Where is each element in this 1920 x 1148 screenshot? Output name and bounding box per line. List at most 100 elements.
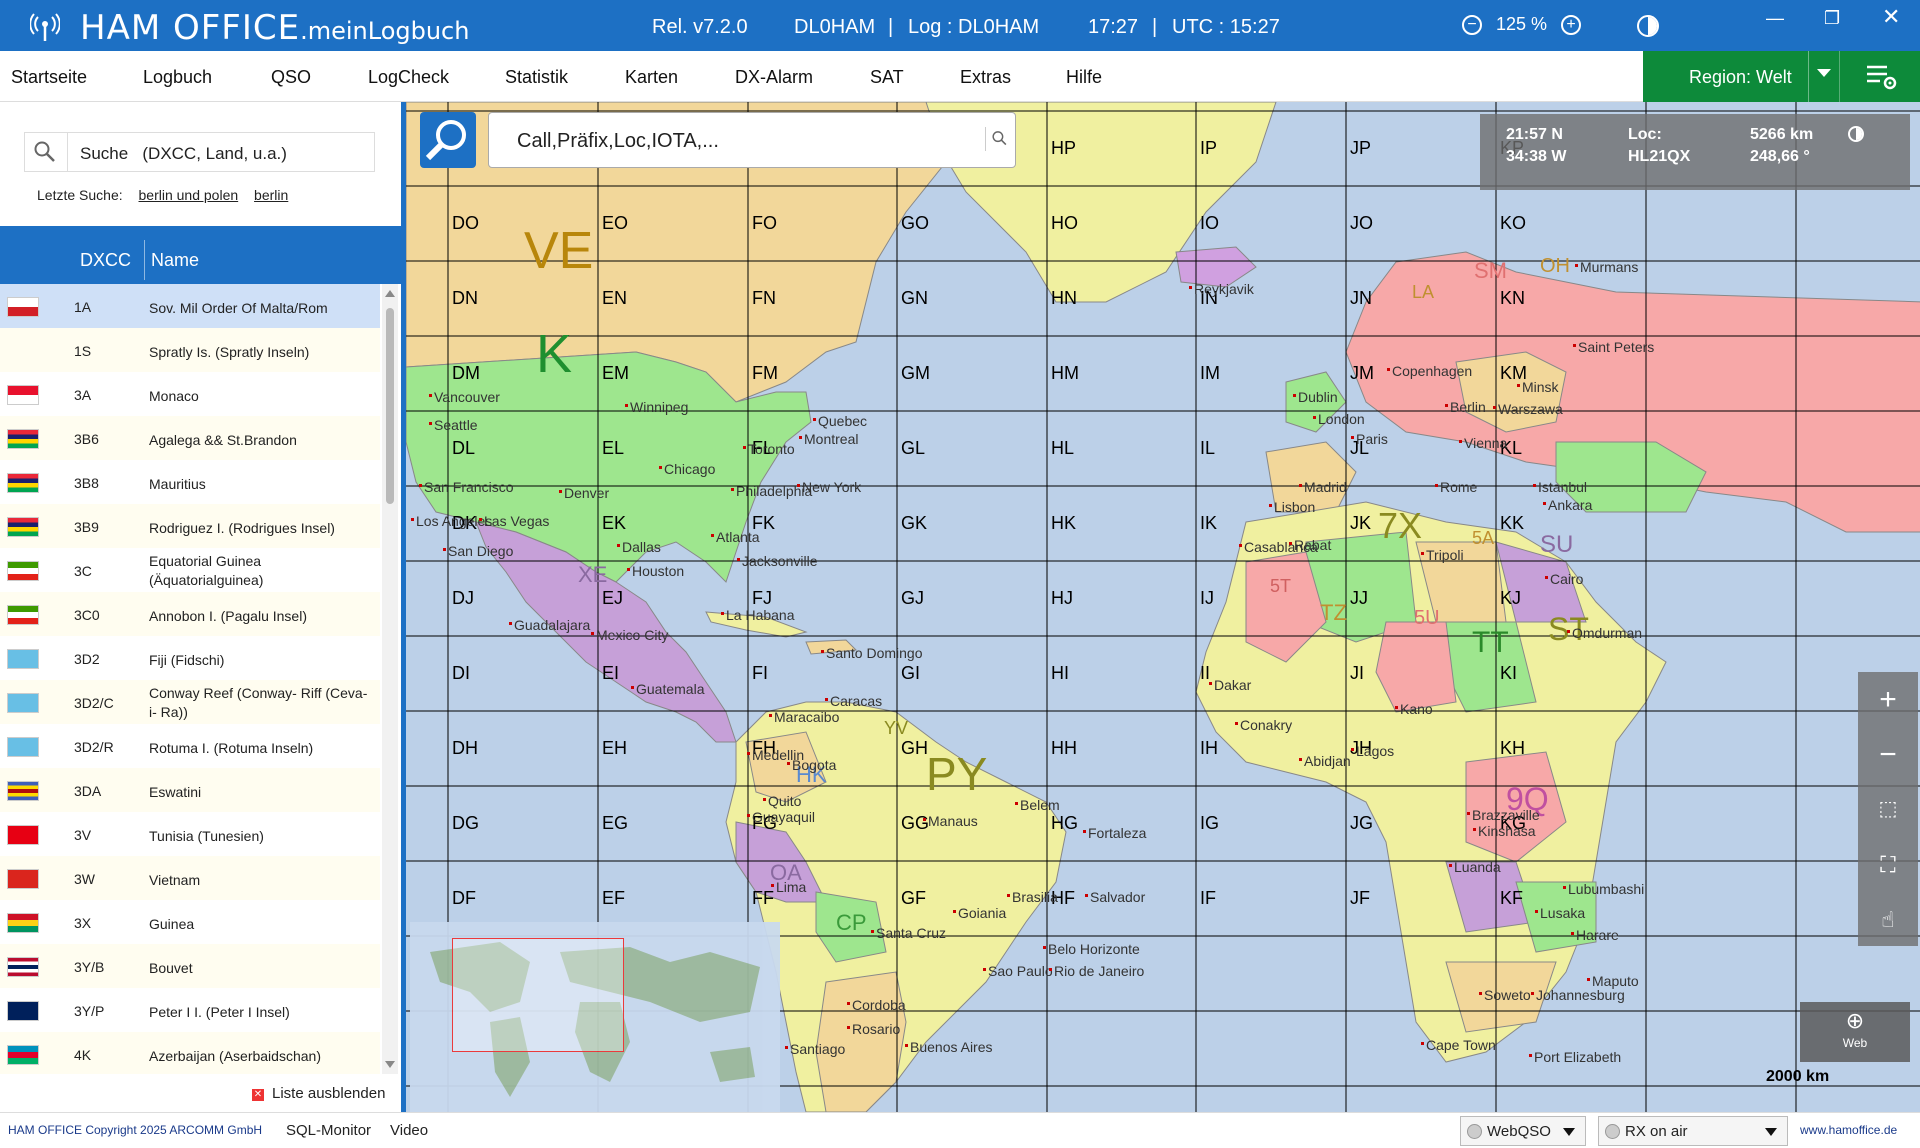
fullscreen-icon[interactable]: ⛶ <box>1858 837 1918 892</box>
map-search-input[interactable]: Call,Präfix,Loc,IOTA,... <box>488 112 1016 168</box>
daynight-icon[interactable] <box>1848 126 1864 142</box>
web-map-button[interactable]: ⊕ Web <box>1800 1002 1910 1062</box>
flag-icon <box>7 297 39 317</box>
menu-item-karten[interactable]: Karten <box>625 67 678 88</box>
city-marker <box>1587 978 1590 981</box>
grid-square-label: GN <box>901 288 928 308</box>
dxcc-code: 3B6 <box>74 431 99 447</box>
city-label: Quebec <box>818 413 867 429</box>
city-label: Chicago <box>664 461 716 477</box>
zoom-out-icon[interactable]: − <box>1462 14 1482 35</box>
city-marker <box>591 632 594 635</box>
table-row[interactable]: 1S Spratly Is. (Spratly Inseln) <box>0 328 380 372</box>
zoom-in-icon[interactable]: + <box>1858 672 1918 727</box>
sql-monitor-link[interactable]: SQL-Monitor <box>286 1122 371 1139</box>
menu-item-logbuch[interactable]: Logbuch <box>143 67 212 88</box>
website-link[interactable]: www.hamoffice.de <box>1800 1123 1897 1137</box>
search-icon[interactable] <box>985 127 1009 151</box>
theme-toggle-icon[interactable] <box>1637 15 1659 37</box>
menu-item-extras[interactable]: Extras <box>960 67 1011 88</box>
city-label: Johannesburg <box>1536 987 1625 1003</box>
region-select[interactable]: Region: Welt <box>1643 51 1839 102</box>
scroll-thumb[interactable] <box>386 308 394 504</box>
flag-icon <box>7 781 39 801</box>
rx-select[interactable]: RX on air <box>1598 1116 1788 1146</box>
city-label: Santiago <box>790 1041 845 1057</box>
city-marker <box>1269 504 1272 507</box>
list-scrollbar[interactable] <box>382 284 398 1074</box>
hide-list-button[interactable]: ✕ Liste ausblenden <box>252 1085 385 1102</box>
city-label: Caracas <box>830 693 882 709</box>
scroll-down-icon[interactable] <box>385 1061 395 1068</box>
menu-item-startseite[interactable]: Startseite <box>11 67 87 88</box>
column-header-name[interactable]: Name <box>151 250 199 271</box>
map-settings-button[interactable] <box>1839 51 1920 102</box>
table-row[interactable]: 3B6 Agalega && St.Brandon <box>0 416 380 460</box>
table-row[interactable]: 3B9 Rodriguez I. (Rodrigues Insel) <box>0 504 380 548</box>
grid-square-label: IP <box>1200 138 1217 158</box>
table-row[interactable]: 3B8 Mauritius <box>0 460 380 504</box>
table-row[interactable]: 3D2/R Rotuma I. (Rotuma Inseln) <box>0 724 380 768</box>
scroll-up-icon[interactable] <box>385 290 395 297</box>
table-row[interactable]: 3D2/C Conway Reef (Conway- Riff (Ceva- i-… <box>0 680 380 724</box>
dxcc-code: 3X <box>74 915 92 931</box>
table-row[interactable]: 3V Tunisia (Tunesien) <box>0 812 380 856</box>
table-row[interactable]: 3DA Eswatini <box>0 768 380 812</box>
column-header-dxcc[interactable]: DXCC <box>80 250 131 271</box>
flag-icon <box>7 561 39 581</box>
city-label: Salvador <box>1090 889 1146 905</box>
zoom-in-icon[interactable]: + <box>1561 14 1582 35</box>
menu-item-dx-alarm[interactable]: DX-Alarm <box>735 67 813 88</box>
flag-icon <box>7 825 39 845</box>
webqso-select[interactable]: WebQSO <box>1460 1116 1586 1146</box>
city-marker <box>825 698 828 701</box>
map-search-button[interactable] <box>420 112 476 168</box>
menu-item-qso[interactable]: QSO <box>271 67 311 88</box>
city-marker <box>1435 484 1438 487</box>
close-icon[interactable]: ✕ <box>1882 4 1900 30</box>
copyright: HAM OFFICE Copyright 2025 ARCOMM GmbH <box>8 1123 263 1137</box>
table-row[interactable]: 3A Monaco <box>0 372 380 416</box>
select-area-icon[interactable]: ⬚ <box>1858 782 1918 837</box>
table-row[interactable]: 3W Vietnam <box>0 856 380 900</box>
flag-icon <box>7 957 39 977</box>
city-label: Fortaleza <box>1088 825 1147 841</box>
grid-square-label: FF <box>752 888 774 908</box>
recent-link[interactable]: berlin und polen <box>139 187 239 203</box>
restore-icon[interactable]: ❐ <box>1824 8 1840 29</box>
city-marker <box>1421 1042 1424 1045</box>
recent-link[interactable]: berlin <box>254 187 288 203</box>
table-row[interactable]: 3C0 Annobon I. (Pagalu Insel) <box>0 592 380 636</box>
table-row[interactable]: 3X Guinea <box>0 900 380 944</box>
table-row[interactable]: 3C Equatorial Guinea (Äquatorialguinea) <box>0 548 380 592</box>
grid-square-label: EK <box>602 513 626 533</box>
distance: 5266 km <box>1750 126 1814 143</box>
city-label: Goiania <box>958 905 1006 921</box>
grid-square-label: DJ <box>452 588 474 608</box>
country-name: Sov. Mil Order Of Malta/Rom <box>149 300 328 316</box>
city-marker <box>1043 946 1046 949</box>
table-row[interactable]: 3Y/B Bouvet <box>0 944 380 988</box>
dxcc-search-input[interactable]: Suche (DXCC, Land, u.a.) <box>24 132 375 172</box>
country-prefix-label: SU <box>1540 531 1573 558</box>
table-row[interactable]: 4K Azerbaijan (Aserbaidschan) <box>0 1032 380 1074</box>
app-window: HAM OFFICE.meinLogbuch Rel. v7.2.0 DL0HA… <box>0 0 1920 1148</box>
menu-item-hilfe[interactable]: Hilfe <box>1066 67 1102 88</box>
overview-minimap[interactable] <box>410 922 780 1112</box>
city-label: La Habana <box>726 607 795 623</box>
video-link[interactable]: Video <box>390 1122 428 1139</box>
minimize-icon[interactable]: — <box>1766 8 1784 29</box>
grid-square-label: GK <box>901 513 927 533</box>
table-row[interactable]: 3Y/P Peter I I. (Peter I Insel) <box>0 988 380 1032</box>
table-row[interactable]: 1A Sov. Mil Order Of Malta/Rom <box>0 284 380 328</box>
menu-item-statistik[interactable]: Statistik <box>505 67 568 88</box>
grid-square-label: DL <box>452 438 475 458</box>
hand-pan-icon[interactable]: ☝ <box>1858 892 1918 947</box>
menu-item-logcheck[interactable]: LogCheck <box>368 67 449 88</box>
world-map[interactable]: DPEPFPGPHPIPJPKPDOEOFOGOHOIOJOKODNENFNGN… <box>401 102 1920 1112</box>
city-marker <box>1571 932 1574 935</box>
zoom-out-icon[interactable]: − <box>1858 727 1918 782</box>
minimap-viewport[interactable] <box>452 938 624 1052</box>
table-row[interactable]: 3D2 Fiji (Fidschi) <box>0 636 380 680</box>
menu-item-sat[interactable]: SAT <box>870 67 904 88</box>
